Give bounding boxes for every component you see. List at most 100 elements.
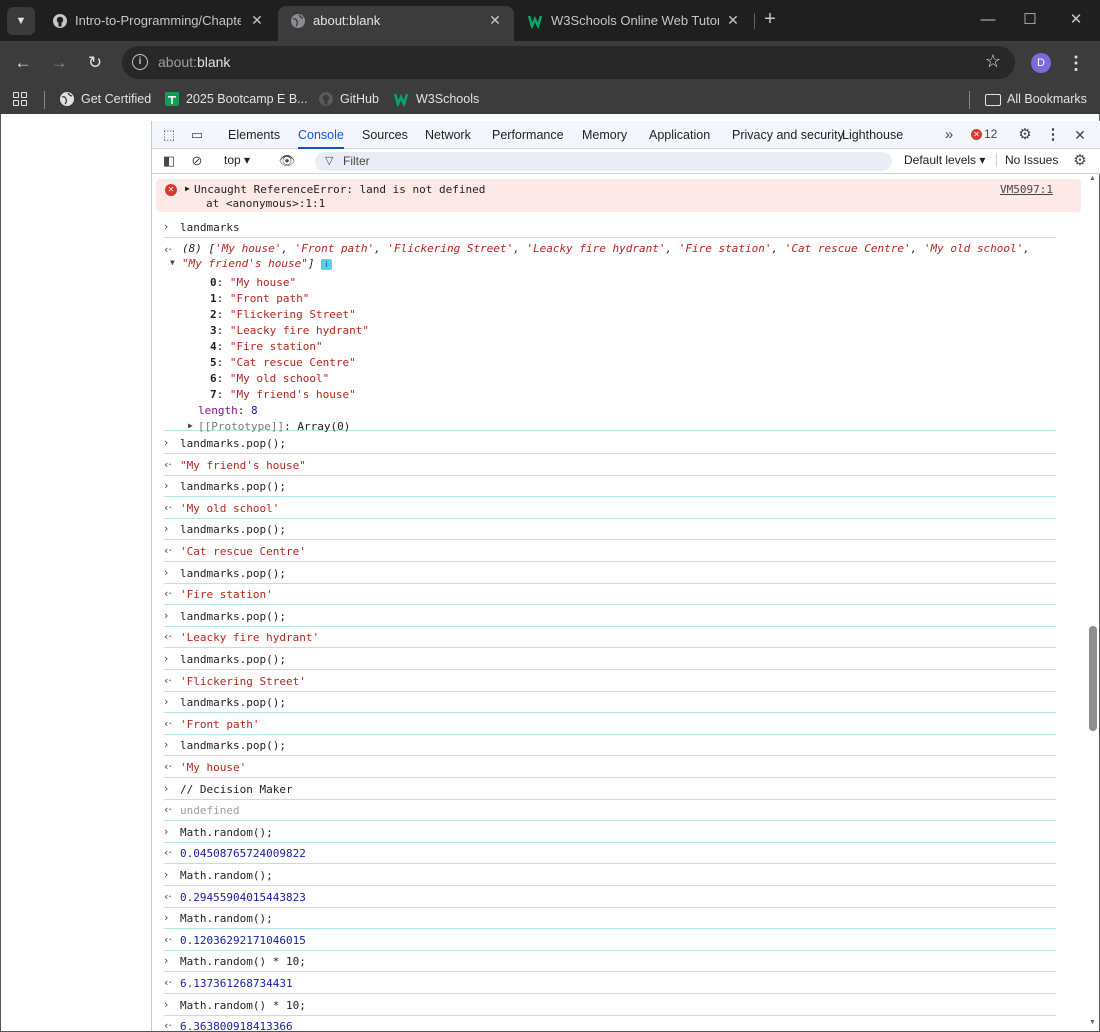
minimize-icon[interactable]: — [975, 8, 1001, 32]
console-result-row[interactable]: ‹· 'My house' [164, 758, 1056, 778]
console-result-row[interactable]: ‹· 0.04508765724009822 [164, 844, 1056, 865]
settings-gear-icon[interactable]: ⚙ [1016, 126, 1034, 144]
forward-icon[interactable]: → [45, 49, 73, 77]
close-tab-icon[interactable]: ✕ [248, 11, 266, 29]
tab-network[interactable]: Network [425, 121, 471, 149]
console-result-text: 0.04508765724009822 [180, 847, 306, 861]
address-bar[interactable]: i about:blank ☆ [122, 46, 1015, 79]
console-input-row[interactable]: › landmarks.pop(); [164, 477, 1056, 498]
console-input-row[interactable]: › landmarks [164, 218, 1056, 238]
live-expression-eye-icon[interactable]: 👁 [278, 152, 296, 170]
all-bookmarks-button[interactable]: All Bookmarks [985, 85, 1087, 114]
console-input-row[interactable]: › Math.random() * 10; [164, 996, 1056, 1016]
address-text[interactable]: about:blank [158, 54, 230, 70]
expand-triangle-icon[interactable]: ▶ [188, 421, 193, 430]
console-result-row[interactable]: ‹· 'Fire station' [164, 585, 1056, 606]
preview-item: My friend's house [188, 257, 302, 270]
prompt-chevron-icon: › [164, 954, 169, 968]
console-result-row[interactable]: ‹· 6.363800918413366 [164, 1017, 1056, 1031]
array-result[interactable]: ‹· ▼ (8) ['My house', 'Front path', 'Fli… [164, 241, 1056, 433]
more-tabs-icon[interactable]: » [940, 126, 958, 144]
tab-application[interactable]: Application [649, 121, 710, 149]
tab-search-button[interactable]: ▼ [7, 7, 35, 35]
console-input-text: landmarks.pop(); [180, 523, 286, 537]
filter-input[interactable]: ▽ Filter [315, 152, 892, 171]
back-icon[interactable]: ← [9, 49, 37, 77]
apps-grid-icon[interactable] [13, 92, 28, 107]
console-result-row[interactable]: ‹· 'Flickering Street' [164, 672, 1056, 692]
tab-memory[interactable]: Memory [582, 121, 627, 149]
bookmark-get-certified[interactable]: Get Certified [59, 85, 151, 114]
prompt-chevron-icon: › [164, 997, 169, 1011]
console-input-row[interactable]: › landmarks.pop(); [164, 434, 1056, 454]
error-counter[interactable]: ✕ 12 [971, 127, 997, 141]
tab-about-blank[interactable]: about:blank ✕ [278, 6, 514, 41]
array-prototype[interactable]: ▶ [[Prototype]]: Array(0) [188, 420, 350, 433]
new-tab-icon[interactable]: + [760, 8, 780, 32]
info-badge-icon[interactable]: i [321, 258, 333, 270]
console-input-row[interactable]: › Math.random(); [164, 866, 1056, 886]
console-result-row[interactable]: ‹· 'Cat rescue Centre' [164, 542, 1056, 562]
w3schools-icon [528, 15, 543, 29]
console-result-row[interactable]: ‹· 'Leacky fire hydrant' [164, 628, 1056, 649]
console-input-row[interactable]: › Math.random() * 10; [164, 952, 1056, 973]
tab-privacy-security[interactable]: Privacy and security [732, 121, 844, 149]
tab-performance[interactable]: Performance [492, 121, 564, 149]
console-result-row[interactable]: ‹· undefined [164, 801, 1056, 822]
close-window-icon[interactable]: ✕ [1063, 8, 1089, 32]
tab-sources[interactable]: Sources [362, 121, 408, 149]
console-input-row[interactable]: › Math.random(); [164, 909, 1056, 930]
log-levels-select[interactable]: Default levels ▾ [904, 153, 985, 167]
tab-console[interactable]: Console [298, 121, 344, 149]
bookmark-github[interactable]: GitHub [318, 85, 379, 114]
bookmark-w3schools[interactable]: W3Schools [394, 85, 479, 114]
scroll-down-icon[interactable]: ▼ [1089, 1019, 1096, 1026]
console-input-row[interactable]: › Math.random(); [164, 823, 1056, 843]
console-result-row[interactable]: ‹· 0.29455904015443823 [164, 888, 1056, 908]
expand-triangle-icon[interactable]: ▼ [170, 258, 175, 267]
clear-console-icon[interactable]: ⊘ [188, 152, 206, 170]
array-property: 3: "Leacky fire hydrant" [210, 324, 369, 337]
devtools-menu-icon[interactable]: ⋮ [1044, 126, 1062, 144]
console-settings-icon[interactable]: ⚙ [1071, 152, 1089, 170]
expand-triangle-icon[interactable]: ▶ [185, 184, 190, 193]
device-toolbar-icon[interactable]: ▭ [188, 126, 206, 144]
profile-avatar[interactable]: D [1031, 53, 1051, 73]
close-devtools-icon[interactable]: ✕ [1071, 126, 1089, 144]
bookmark-bootcamp[interactable]: 2025 Bootcamp E B... [164, 85, 308, 114]
folder-icon [985, 93, 1001, 106]
preview-item: My old school [930, 242, 1017, 255]
console-result-row[interactable]: ‹· "My friend's house" [164, 456, 1056, 476]
console-result-row[interactable]: ‹· 'My old school' [164, 499, 1056, 519]
tab-lighthouse[interactable]: Lighthouse [842, 121, 903, 149]
error-source-link[interactable]: VM5097:1 [1000, 183, 1053, 196]
property-value: Cat rescue Centre [236, 356, 350, 369]
console-input-row[interactable]: › landmarks.pop(); [164, 520, 1056, 541]
site-info-icon[interactable]: i [132, 54, 148, 70]
console-result-row[interactable]: ‹· 'Front path' [164, 715, 1056, 735]
inspect-element-icon[interactable]: ⬚ [160, 126, 178, 144]
console-input-row[interactable]: › landmarks.pop(); [164, 564, 1056, 584]
result-arrow-icon: ‹· [164, 976, 172, 989]
close-tab-icon[interactable]: ✕ [724, 11, 742, 29]
console-input-row[interactable]: › landmarks.pop(); [164, 650, 1056, 670]
console-input-row[interactable]: › landmarks.pop(); [164, 693, 1056, 714]
sidebar-toggle-icon[interactable]: ◧ [160, 152, 178, 170]
reload-icon[interactable]: ↻ [81, 49, 109, 77]
console-result-row[interactable]: ‹· 0.12036292171046015 [164, 931, 1056, 951]
console-input-row[interactable]: › landmarks.pop(); [164, 736, 1056, 757]
console-input-row[interactable]: › // Decision Maker [164, 780, 1056, 800]
close-tab-icon[interactable]: ✕ [486, 11, 504, 29]
context-select[interactable]: top ▾ [224, 153, 250, 167]
scrollbar-thumb[interactable] [1089, 626, 1097, 731]
maximize-icon[interactable]: ☐ [1017, 8, 1043, 32]
tab-github[interactable]: Intro-to-Programming/Chapter ✕ [40, 6, 276, 41]
tab-elements[interactable]: Elements [228, 121, 280, 149]
tab-w3schools[interactable]: W3Schools Online Web Tutorials ✕ [516, 6, 752, 41]
kebab-menu-icon[interactable]: ⋮ [1066, 50, 1086, 76]
console-input-row[interactable]: › landmarks.pop(); [164, 607, 1056, 627]
console-result-row[interactable]: ‹· 6.137361268734431 [164, 974, 1056, 994]
issues-button[interactable]: No Issues [996, 153, 1058, 167]
scroll-up-icon[interactable]: ▲ [1089, 175, 1096, 182]
bookmark-star-icon[interactable]: ☆ [985, 51, 1001, 72]
